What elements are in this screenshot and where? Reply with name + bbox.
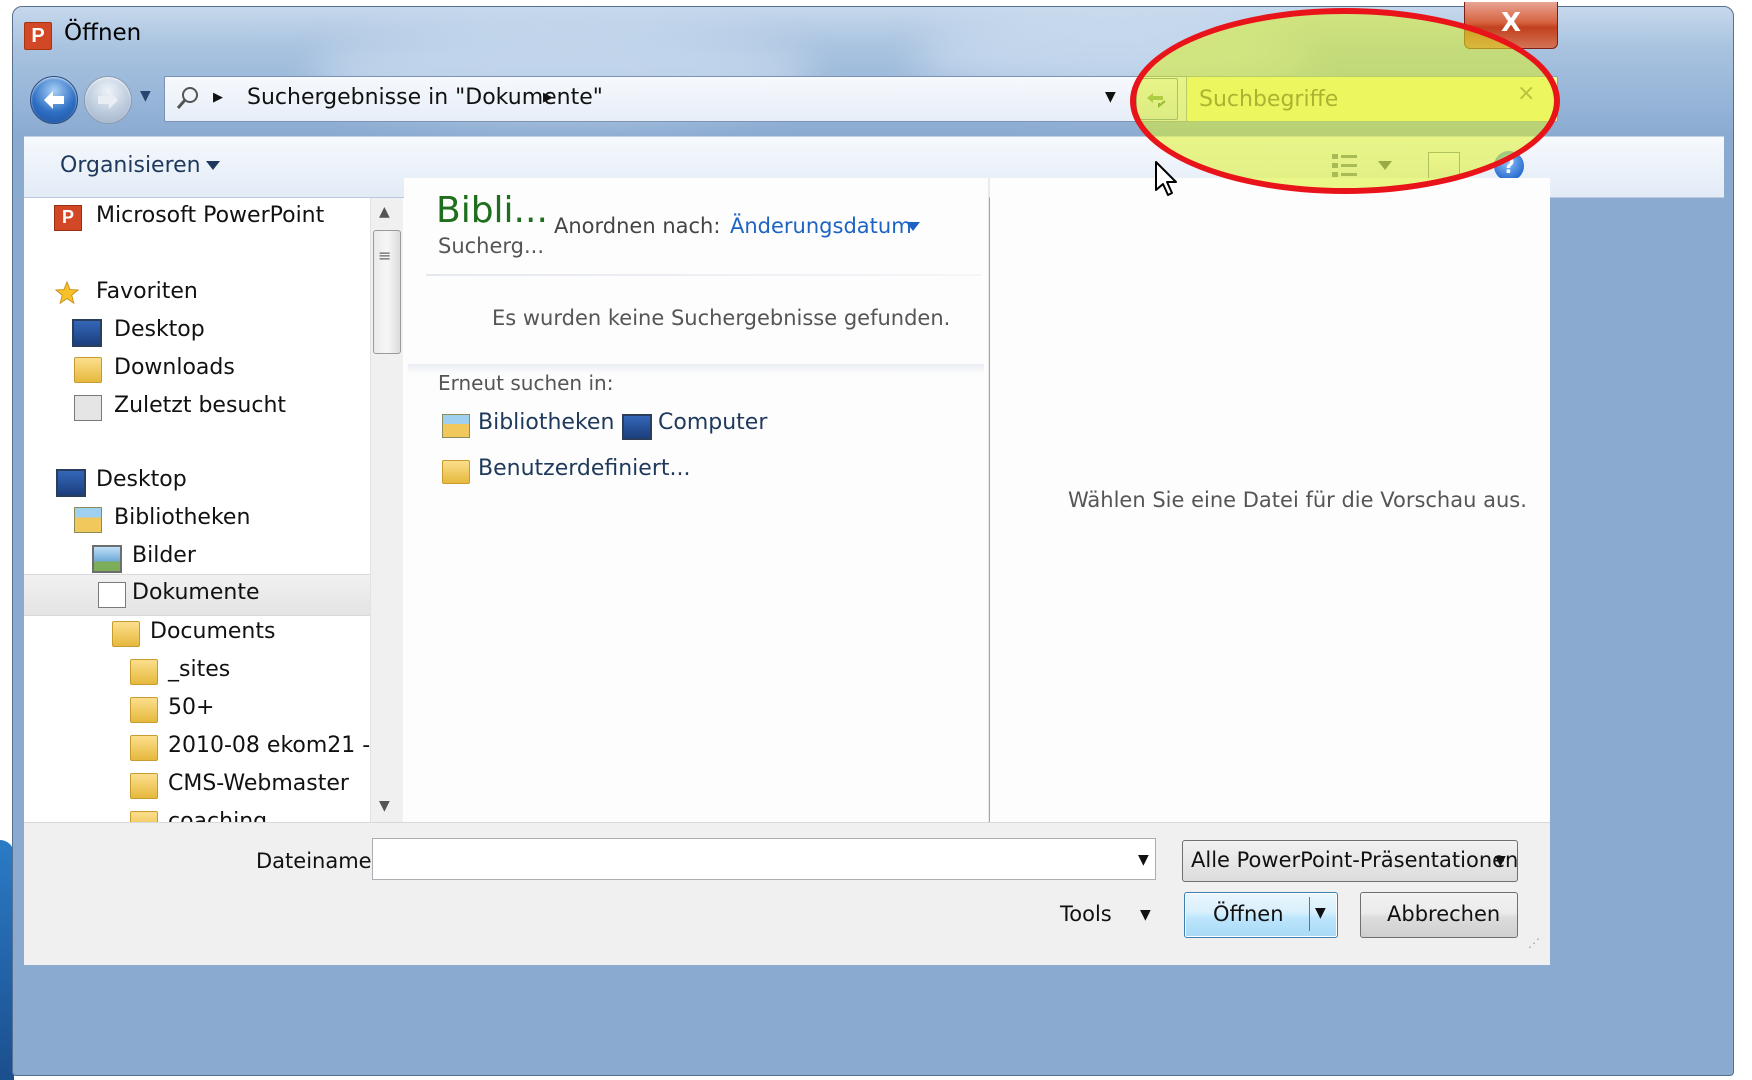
nav-item-documents[interactable]: Documents [108, 614, 394, 654]
open-button-label: Öffnen [1213, 902, 1284, 926]
nav-item-favoriten[interactable]: Favoriten [54, 274, 394, 314]
arrange-by-dropdown[interactable]: Änderungsdatum [730, 214, 912, 238]
nav-item-label: Desktop [96, 467, 187, 492]
filetype-select[interactable]: Alle PowerPoint-Präsentationen ▼ [1182, 840, 1518, 882]
nav-item-microsoft-powerpoint[interactable]: P Microsoft PowerPoint [54, 198, 394, 238]
filetype-value: Alle PowerPoint-Präsentationen [1191, 848, 1518, 872]
scroll-grip-icon: ≡ [378, 246, 392, 265]
nav-item-label: Bibliotheken [114, 505, 251, 530]
address-bar[interactable]: ▶ Suchergebnisse in "Dokumente" ▶ ▼ [164, 76, 1256, 122]
nav-pane-scrollbar[interactable]: ▲ ≡ ▼ [370, 198, 403, 920]
folder-icon [74, 357, 102, 383]
nav-item-label: CMS-Webmaster [168, 771, 349, 796]
chevron-down-icon[interactable] [906, 222, 920, 232]
nav-item-bibliotheken[interactable]: Bibliotheken [72, 500, 394, 540]
document-icon [98, 582, 126, 608]
powerpoint-icon: P [54, 205, 82, 231]
libraries-icon [74, 507, 102, 533]
nav-item-label: Favoriten [96, 279, 198, 304]
nav-item-dokumente[interactable]: Dokumente [24, 574, 394, 616]
divider [426, 274, 982, 276]
nav-item-label: 2010-08 ekom21 - Um [168, 733, 394, 758]
powerpoint-app-icon: P [24, 22, 52, 50]
nav-item-label: Bilder [132, 543, 196, 568]
breadcrumb-arrow-icon[interactable]: ▶ [213, 90, 223, 105]
nav-item-desktop-root[interactable]: Desktop [54, 462, 394, 502]
star-icon [54, 281, 80, 305]
desktop-icon [56, 469, 86, 497]
back-button[interactable] [30, 76, 78, 124]
computer-icon [622, 414, 652, 440]
nav-item-label: 50+ [168, 695, 215, 720]
search-again-link-label: Benutzerdefiniert... [478, 456, 691, 481]
chevron-down-icon[interactable] [206, 161, 220, 171]
filename-dropdown-icon[interactable]: ▼ [1138, 852, 1149, 868]
nav-item-label: Microsoft PowerPoint [96, 203, 325, 228]
nav-item-label: Desktop [114, 317, 205, 342]
pictures-icon [92, 545, 122, 573]
cancel-button-label: Abbrechen [1387, 902, 1501, 926]
recent-places-icon [74, 395, 102, 421]
libraries-icon [442, 414, 470, 438]
split-divider [1309, 897, 1310, 931]
filename-input[interactable] [372, 838, 1156, 880]
nav-item-label: Dokumente [132, 580, 260, 605]
nav-item-label: Documents [150, 619, 276, 644]
open-button[interactable]: Öffnen ▼ [1184, 892, 1338, 938]
nav-item-cms-webmaster[interactable]: CMS-Webmaster [126, 766, 394, 806]
nav-item-bilder[interactable]: Bilder [90, 538, 394, 578]
resize-grip-icon[interactable]: ⋰ [1528, 936, 1541, 950]
nav-item-downloads[interactable]: Downloads [72, 350, 394, 390]
search-again-link-label: Computer [658, 410, 768, 435]
custom-folder-icon [442, 460, 470, 484]
nav-item-label: Zuletzt besucht [114, 393, 287, 418]
library-subtitle: Sucherg... [438, 234, 545, 258]
recent-pages-dropdown-icon[interactable]: ▼ [140, 88, 151, 104]
search-icon [176, 87, 198, 109]
nav-item-sites[interactable]: _sites [126, 652, 394, 692]
search-again-link-label: Bibliotheken [478, 410, 615, 435]
nav-item-label: _sites [168, 657, 231, 682]
arrange-by-label: Anordnen nach: [554, 214, 721, 238]
back-arrow-icon [44, 91, 64, 109]
forward-button[interactable] [84, 76, 132, 124]
folder-icon [130, 659, 158, 685]
folder-icon [112, 621, 140, 647]
breadcrumb-arrow-icon[interactable]: ▶ [543, 90, 553, 105]
navigation-pane: P Microsoft PowerPoint Favoriten Desktop… [24, 198, 416, 920]
tools-dropdown-icon[interactable]: ▼ [1140, 907, 1151, 923]
nav-item-50plus[interactable]: 50+ [126, 690, 394, 730]
search-highlight-annotation [1130, 8, 1560, 194]
scroll-down-icon[interactable]: ▼ [379, 798, 390, 814]
scroll-up-icon[interactable]: ▲ [379, 204, 390, 220]
library-title: Bibli... [436, 190, 548, 231]
window-title: Öffnen [64, 20, 142, 46]
folder-icon [130, 697, 158, 723]
forward-arrow-icon [98, 91, 118, 109]
address-dropdown-icon[interactable]: ▼ [1105, 89, 1116, 105]
nav-item-desktop[interactable]: Desktop [72, 312, 394, 352]
search-again-computer[interactable]: Computer [622, 410, 772, 442]
nav-item-zuletzt-besucht[interactable]: Zuletzt besucht [72, 388, 394, 428]
open-options-dropdown-icon[interactable]: ▼ [1315, 905, 1326, 921]
organize-button[interactable]: Organisieren [60, 153, 201, 178]
desktop-icon [72, 319, 102, 347]
mouse-cursor-icon [1155, 161, 1177, 196]
filename-label: Dateiname: [256, 849, 379, 873]
chevron-down-icon: ▼ [1495, 853, 1506, 869]
cancel-button[interactable]: Abbrechen [1360, 892, 1518, 938]
nav-item-2010-08-ekom21[interactable]: 2010-08 ekom21 - Um [126, 728, 394, 768]
tools-button[interactable]: Tools [1060, 902, 1112, 926]
search-again-custom[interactable]: Benutzerdefiniert... [442, 456, 690, 488]
no-results-message: Es wurden keine Suchergebnisse gefunden. [492, 306, 951, 330]
preview-message: Wählen Sie eine Datei für die Vorschau a… [1068, 488, 1527, 512]
search-again-label: Erneut suchen in: [438, 371, 614, 395]
folder-icon [130, 735, 158, 761]
nav-item-label: Downloads [114, 355, 235, 380]
folder-icon [130, 773, 158, 799]
search-again-libraries[interactable]: Bibliotheken [442, 410, 615, 442]
